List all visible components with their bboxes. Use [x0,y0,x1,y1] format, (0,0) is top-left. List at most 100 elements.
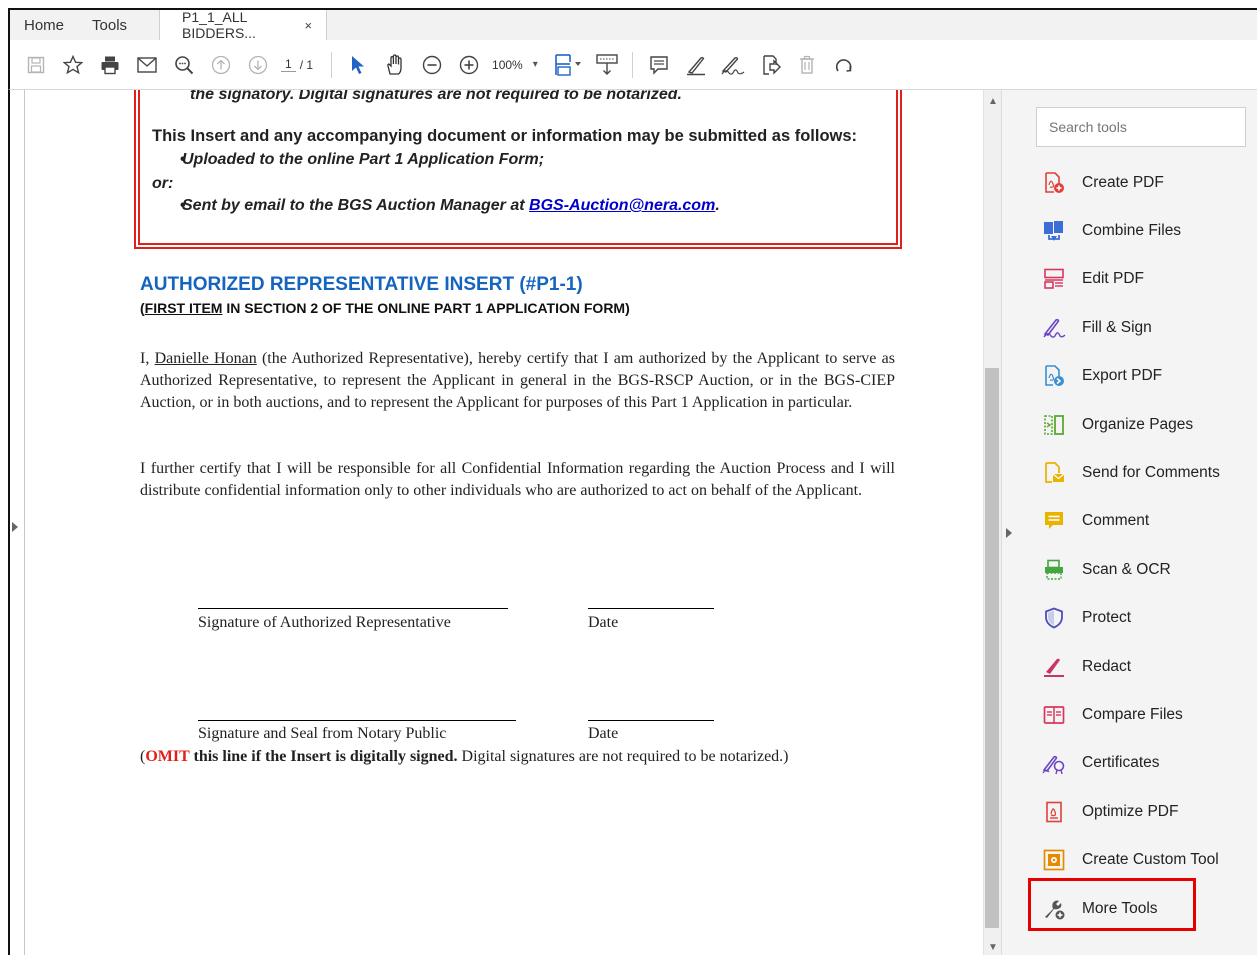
comment-icon[interactable] [645,50,673,80]
tool-label: Create PDF [1082,174,1164,191]
tool-combine-files[interactable]: Combine Files [1042,216,1181,246]
zoom-in-icon[interactable] [455,50,483,80]
scroll-up-icon[interactable]: ▲ [988,96,998,107]
tool-label: Scan & OCR [1082,561,1171,578]
page-number: 1 / 1 [281,57,313,72]
doc-text: Digital signatures are not required to b… [457,748,789,765]
doc-text: this line if the Insert is digitally sig… [189,748,458,765]
document-view[interactable]: the signatory. Digital signatures are no… [8,90,983,955]
tab-document[interactable]: P1_1_ALL BIDDERS... × [159,9,328,41]
signature-line [198,608,508,609]
tool-compare-files[interactable]: Compare Files [1042,700,1183,730]
list-item: •Uploaded to the online Part 1 Applicati… [152,151,544,169]
page-current-input[interactable]: 1 [281,57,296,72]
doc-text: I, [140,350,155,367]
tool-label: Redact [1082,658,1132,675]
tool-edit-pdf[interactable]: Edit PDF [1042,264,1144,294]
signature-label: Signature of Authorized Representative [198,614,451,631]
tool-label: Create Custom Tool [1082,851,1219,868]
fit-page-icon[interactable] [554,50,584,80]
tool-label: Protect [1082,609,1132,626]
highlight-pen-icon[interactable] [682,50,710,80]
collapse-pane-icon[interactable] [1006,528,1012,538]
tab-home[interactable]: Home [10,10,78,40]
email-link[interactable]: BGS-Auction@nera.com [529,197,715,214]
toolbar: 1 / 1 100% ▾ [8,40,1257,90]
tool-organize-pages[interactable]: Organize Pages [1042,410,1193,440]
export-pdf-icon [1042,364,1066,388]
zoom-out-icon[interactable] [418,50,446,80]
left-panel-toggle-icon[interactable] [12,522,18,532]
date-line [588,608,714,609]
paragraph: I further certify that I will be respons… [140,460,895,499]
tool-fill-sign[interactable]: Fill & Sign [1042,313,1152,343]
tool-send-for-comments[interactable]: Send for Comments [1042,458,1220,488]
certificates-icon [1042,751,1066,775]
scroll-thumb[interactable] [985,368,999,928]
tool-redact[interactable]: Redact [1042,652,1131,682]
representative-name: Danielle Honan [154,350,257,367]
tools-pane: Create PDF Combine Files Edit PDF Fill &… [1001,90,1257,955]
tool-protect[interactable]: Protect [1042,603,1131,633]
hand-tool-icon[interactable] [381,50,409,80]
tool-label: Fill & Sign [1082,319,1152,336]
combine-files-icon [1042,219,1066,243]
tool-label: Certificates [1082,754,1160,771]
tool-comment[interactable]: Comment [1042,506,1149,536]
email-icon[interactable] [133,50,161,80]
save-icon[interactable] [22,50,50,80]
tool-label: Export PDF [1082,367,1163,384]
section-subheading: (FIRST ITEM IN SECTION 2 OF THE ONLINE P… [140,300,630,316]
close-icon[interactable]: × [304,18,312,33]
tool-create-pdf[interactable]: Create PDF [1042,168,1164,198]
fill-sign-icon [1042,316,1066,340]
zoom-select[interactable]: 100% ▾ [492,58,538,72]
tool-label: Combine Files [1082,222,1182,239]
doc-text: Uploaded to the online Part 1 Applicatio… [182,151,545,168]
chevron-down-icon: ▾ [532,59,538,70]
tool-label: Compare Files [1082,706,1183,723]
scrolling-mode-icon[interactable] [593,50,621,80]
doc-text: FIRST ITEM [144,300,223,316]
print-icon[interactable] [96,50,124,80]
comment-icon [1042,509,1066,533]
doc-text: the signatory. Digital signatures are no… [190,90,682,103]
sign-icon[interactable] [719,50,747,80]
date-label: Date [588,725,619,742]
signature-label: Signature and Seal from Notary Public [198,725,447,742]
toolbar-divider [331,51,333,78]
scroll-down-icon[interactable]: ▼ [988,942,998,953]
select-pointer-icon[interactable] [344,50,372,80]
tool-label: Organize Pages [1082,416,1194,433]
bullet-icon: • [180,197,186,214]
redact-icon [1042,655,1066,679]
paragraph: (OMIT this line if the Insert is digital… [140,746,895,767]
bookmark-star-icon[interactable] [59,50,87,80]
more-tools-highlight [1028,878,1196,931]
tool-certificates[interactable]: Certificates [1042,748,1160,778]
find-zoom-icon[interactable] [170,50,198,80]
tab-bar: Home Tools P1_1_ALL BIDDERS... × [8,8,1257,41]
delete-icon[interactable] [793,50,821,80]
zoom-value: 100% [492,57,523,72]
search-tools-input[interactable] [1036,107,1246,147]
paragraph: I, Danielle Honan (the Authorized Repres… [140,348,895,414]
previous-page-icon[interactable] [207,50,235,80]
share-icon[interactable] [756,50,784,80]
tool-create-custom-tool[interactable]: Create Custom Tool [1042,845,1219,875]
tool-scan-ocr[interactable]: Scan & OCR [1042,555,1171,585]
edit-pdf-icon [1042,267,1066,291]
bullet-icon: • [180,151,186,168]
vertical-scrollbar[interactable]: ▲ ▼ [983,90,1001,955]
tool-label: Send for Comments [1082,464,1220,481]
toolbar-divider [631,51,633,78]
organize-pages-icon [1042,413,1066,437]
tool-export-pdf[interactable]: Export PDF [1042,361,1162,391]
date-line [588,720,714,721]
tool-optimize-pdf[interactable]: Optimize PDF [1042,797,1178,827]
tool-label: Optimize PDF [1082,803,1179,820]
tab-tools[interactable]: Tools [78,10,141,40]
rotate-icon[interactable] [830,50,858,80]
next-page-icon[interactable] [244,50,272,80]
send-comments-icon [1042,461,1066,485]
